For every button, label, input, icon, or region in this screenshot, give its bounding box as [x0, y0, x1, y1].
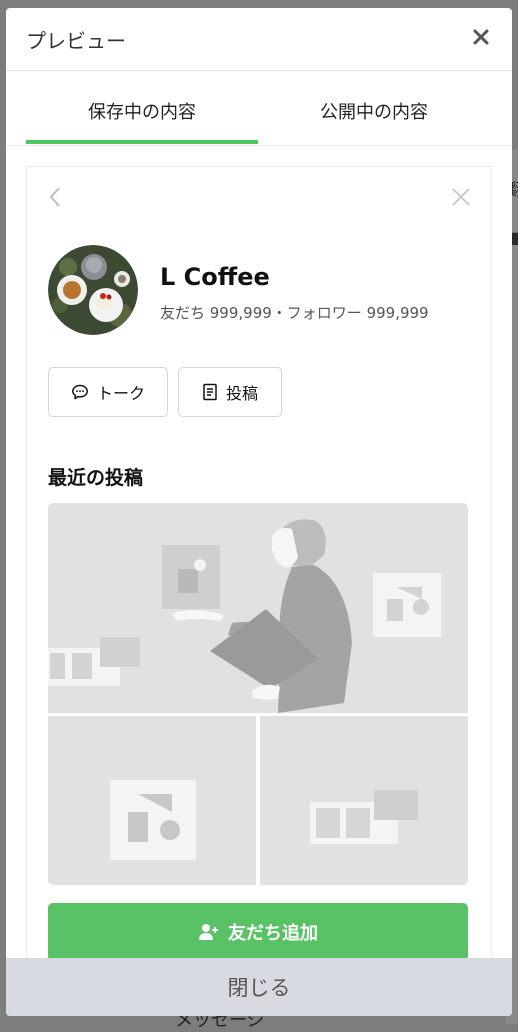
modal-header: プレビュー — [6, 8, 512, 71]
posts-button-label: 投稿 — [225, 384, 258, 403]
tab-published-content[interactable]: 公開中の内容 — [258, 71, 490, 145]
active-tab-indicator — [26, 140, 258, 144]
chevron-left-icon[interactable] — [47, 185, 63, 209]
close-icon[interactable] — [470, 26, 492, 48]
talk-button[interactable]: トーク — [48, 367, 168, 417]
recent-posts-title: 最近の投稿 — [48, 467, 144, 489]
avatar — [48, 245, 138, 335]
profile-preview: L Coffee 友だち 999,999・フォロワー 999,999 トーク 投… — [26, 166, 492, 968]
account-stats: 友だち 999,999・フォロワー 999,999 — [160, 304, 429, 322]
recent-posts-grid — [48, 503, 468, 885]
add-friend-icon — [199, 924, 218, 940]
post-placeholder-illustration[interactable] — [48, 716, 256, 885]
tab-saved-content[interactable]: 保存中の内容 — [26, 71, 258, 145]
add-friend-button[interactable]: 友だち追加 — [48, 903, 468, 961]
chat-bubble-icon — [72, 384, 88, 400]
close-footer-button[interactable]: 閉じる — [6, 958, 512, 1016]
talk-button-label: トーク — [96, 384, 145, 403]
account-name: L Coffee — [160, 263, 270, 291]
posts-button[interactable]: 投稿 — [178, 367, 282, 417]
content-tabs: 保存中の内容 公開中の内容 — [6, 71, 512, 146]
post-placeholder-illustration[interactable] — [260, 716, 468, 885]
modal-title: プレビュー — [26, 29, 126, 53]
preview-modal: プレビュー 保存中の内容 公開中の内容 L Coffee 友だち 999,999… — [6, 8, 512, 1016]
post-placeholder-illustration[interactable] — [48, 503, 468, 713]
close-icon[interactable] — [451, 187, 471, 207]
add-friend-label: 友だち追加 — [228, 923, 318, 944]
close-footer-label: 閉じる — [227, 976, 291, 1000]
document-icon — [203, 383, 217, 401]
